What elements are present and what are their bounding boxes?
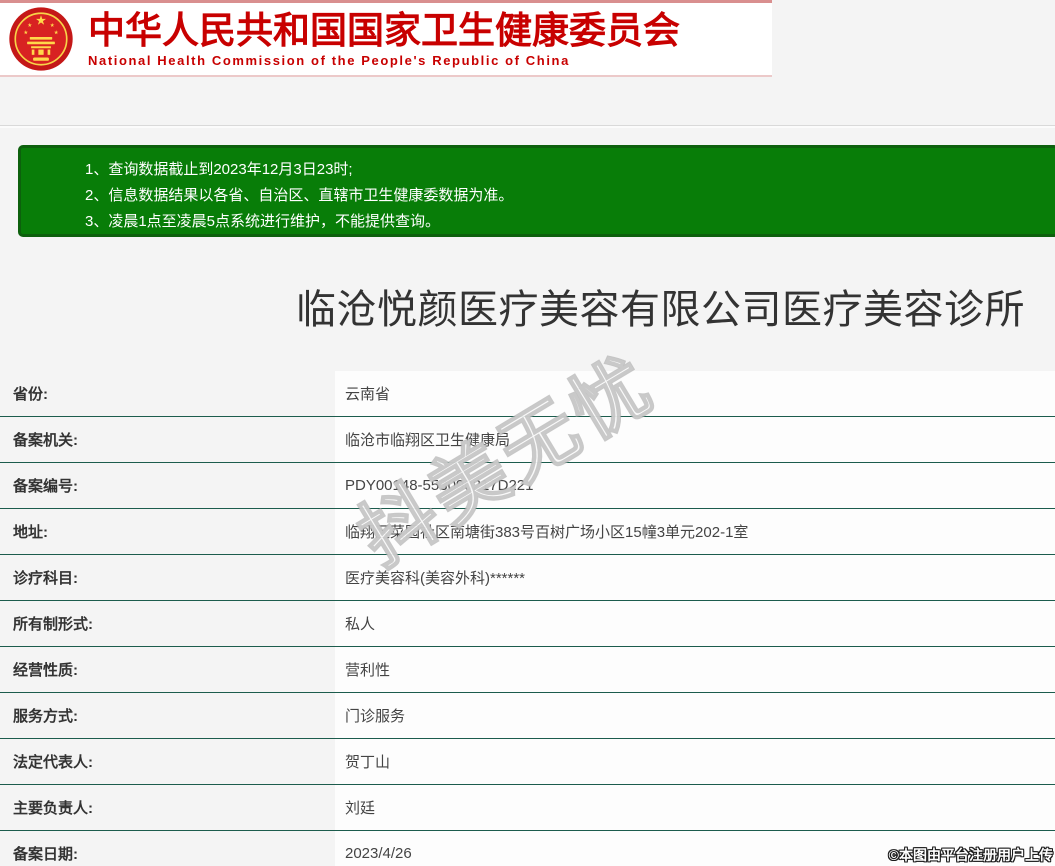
field-label: 地址: <box>0 509 335 554</box>
table-row: 省份:云南省 <box>0 371 1055 417</box>
field-label: 备案机关: <box>0 417 335 462</box>
field-label: 备案编号: <box>0 463 335 508</box>
field-value: 医疗美容科(美容外科)****** <box>335 555 1055 600</box>
field-label: 服务方式: <box>0 693 335 738</box>
field-value: 临翔区菜园社区南塘街383号百树广场小区15幢3单元202-1室 <box>335 509 1055 554</box>
field-value: 临沧市临翔区卫生健康局 <box>335 417 1055 462</box>
field-label: 法定代表人: <box>0 739 335 784</box>
table-row: 经营性质:营利性 <box>0 647 1055 693</box>
header-divider-rule <box>0 125 1055 128</box>
site-header-banner: 中华人民共和国国家卫生健康委员会 National Health Commiss… <box>0 0 772 77</box>
table-row: 主要负责人:刘廷 <box>0 785 1055 831</box>
field-label: 主要负责人: <box>0 785 335 830</box>
field-label: 备案日期: <box>0 831 335 866</box>
notice-line-2: 2、信息数据结果以各省、自治区、直辖市卫生健康委数据为准。 <box>85 183 1040 209</box>
table-row: 法定代表人:贺丁山 <box>0 739 1055 785</box>
banner-text: 中华人民共和国国家卫生健康委员会 National Health Commiss… <box>88 11 680 68</box>
field-value: 刘廷 <box>335 785 1055 830</box>
uploaded-by-user-badge: ©本图由平台注册用户上传 <box>889 845 1053 865</box>
field-label: 省份: <box>0 371 335 416</box>
notice-line-3: 3、凌晨1点至凌晨5点系统进行维护，不能提供查询。 <box>85 209 1040 235</box>
table-row: 所有制形式:私人 <box>0 601 1055 647</box>
query-notice-box: 1、查询数据截止到2023年12月3日23时; 2、信息数据结果以各省、自治区、… <box>18 145 1055 237</box>
banner-title-chinese: 中华人民共和国国家卫生健康委员会 <box>88 11 680 51</box>
field-value: 贺丁山 <box>335 739 1055 784</box>
table-row: 备案编号:PDY00148-553090217D221 <box>0 463 1055 509</box>
notice-line-1: 1、查询数据截止到2023年12月3日23时; <box>85 157 1040 183</box>
field-value: 云南省 <box>335 371 1055 416</box>
field-value: 门诊服务 <box>335 693 1055 738</box>
banner-title-english: National Health Commission of the People… <box>88 53 680 68</box>
institution-name-title: 临沧悦颜医疗美容有限公司医疗美容诊所 <box>296 283 1025 337</box>
field-value: PDY00148-553090217D221 <box>335 463 1055 508</box>
field-label: 诊疗科目: <box>0 555 335 600</box>
table-row: 备案机关:临沧市临翔区卫生健康局 <box>0 417 1055 463</box>
field-label: 经营性质: <box>0 647 335 692</box>
table-row: 地址:临翔区菜园社区南塘街383号百树广场小区15幢3单元202-1室 <box>0 509 1055 555</box>
field-label: 所有制形式: <box>0 601 335 646</box>
field-value: 私人 <box>335 601 1055 646</box>
prc-national-emblem-icon <box>8 5 74 73</box>
table-row: 诊疗科目:医疗美容科(美容外科)****** <box>0 555 1055 601</box>
query-result-page: 中华人民共和国国家卫生健康委员会 National Health Commiss… <box>0 0 1055 866</box>
record-table: 省份:云南省备案机关:临沧市临翔区卫生健康局备案编号:PDY00148-5530… <box>0 371 1055 866</box>
field-value: 营利性 <box>335 647 1055 692</box>
table-row: 服务方式:门诊服务 <box>0 693 1055 739</box>
